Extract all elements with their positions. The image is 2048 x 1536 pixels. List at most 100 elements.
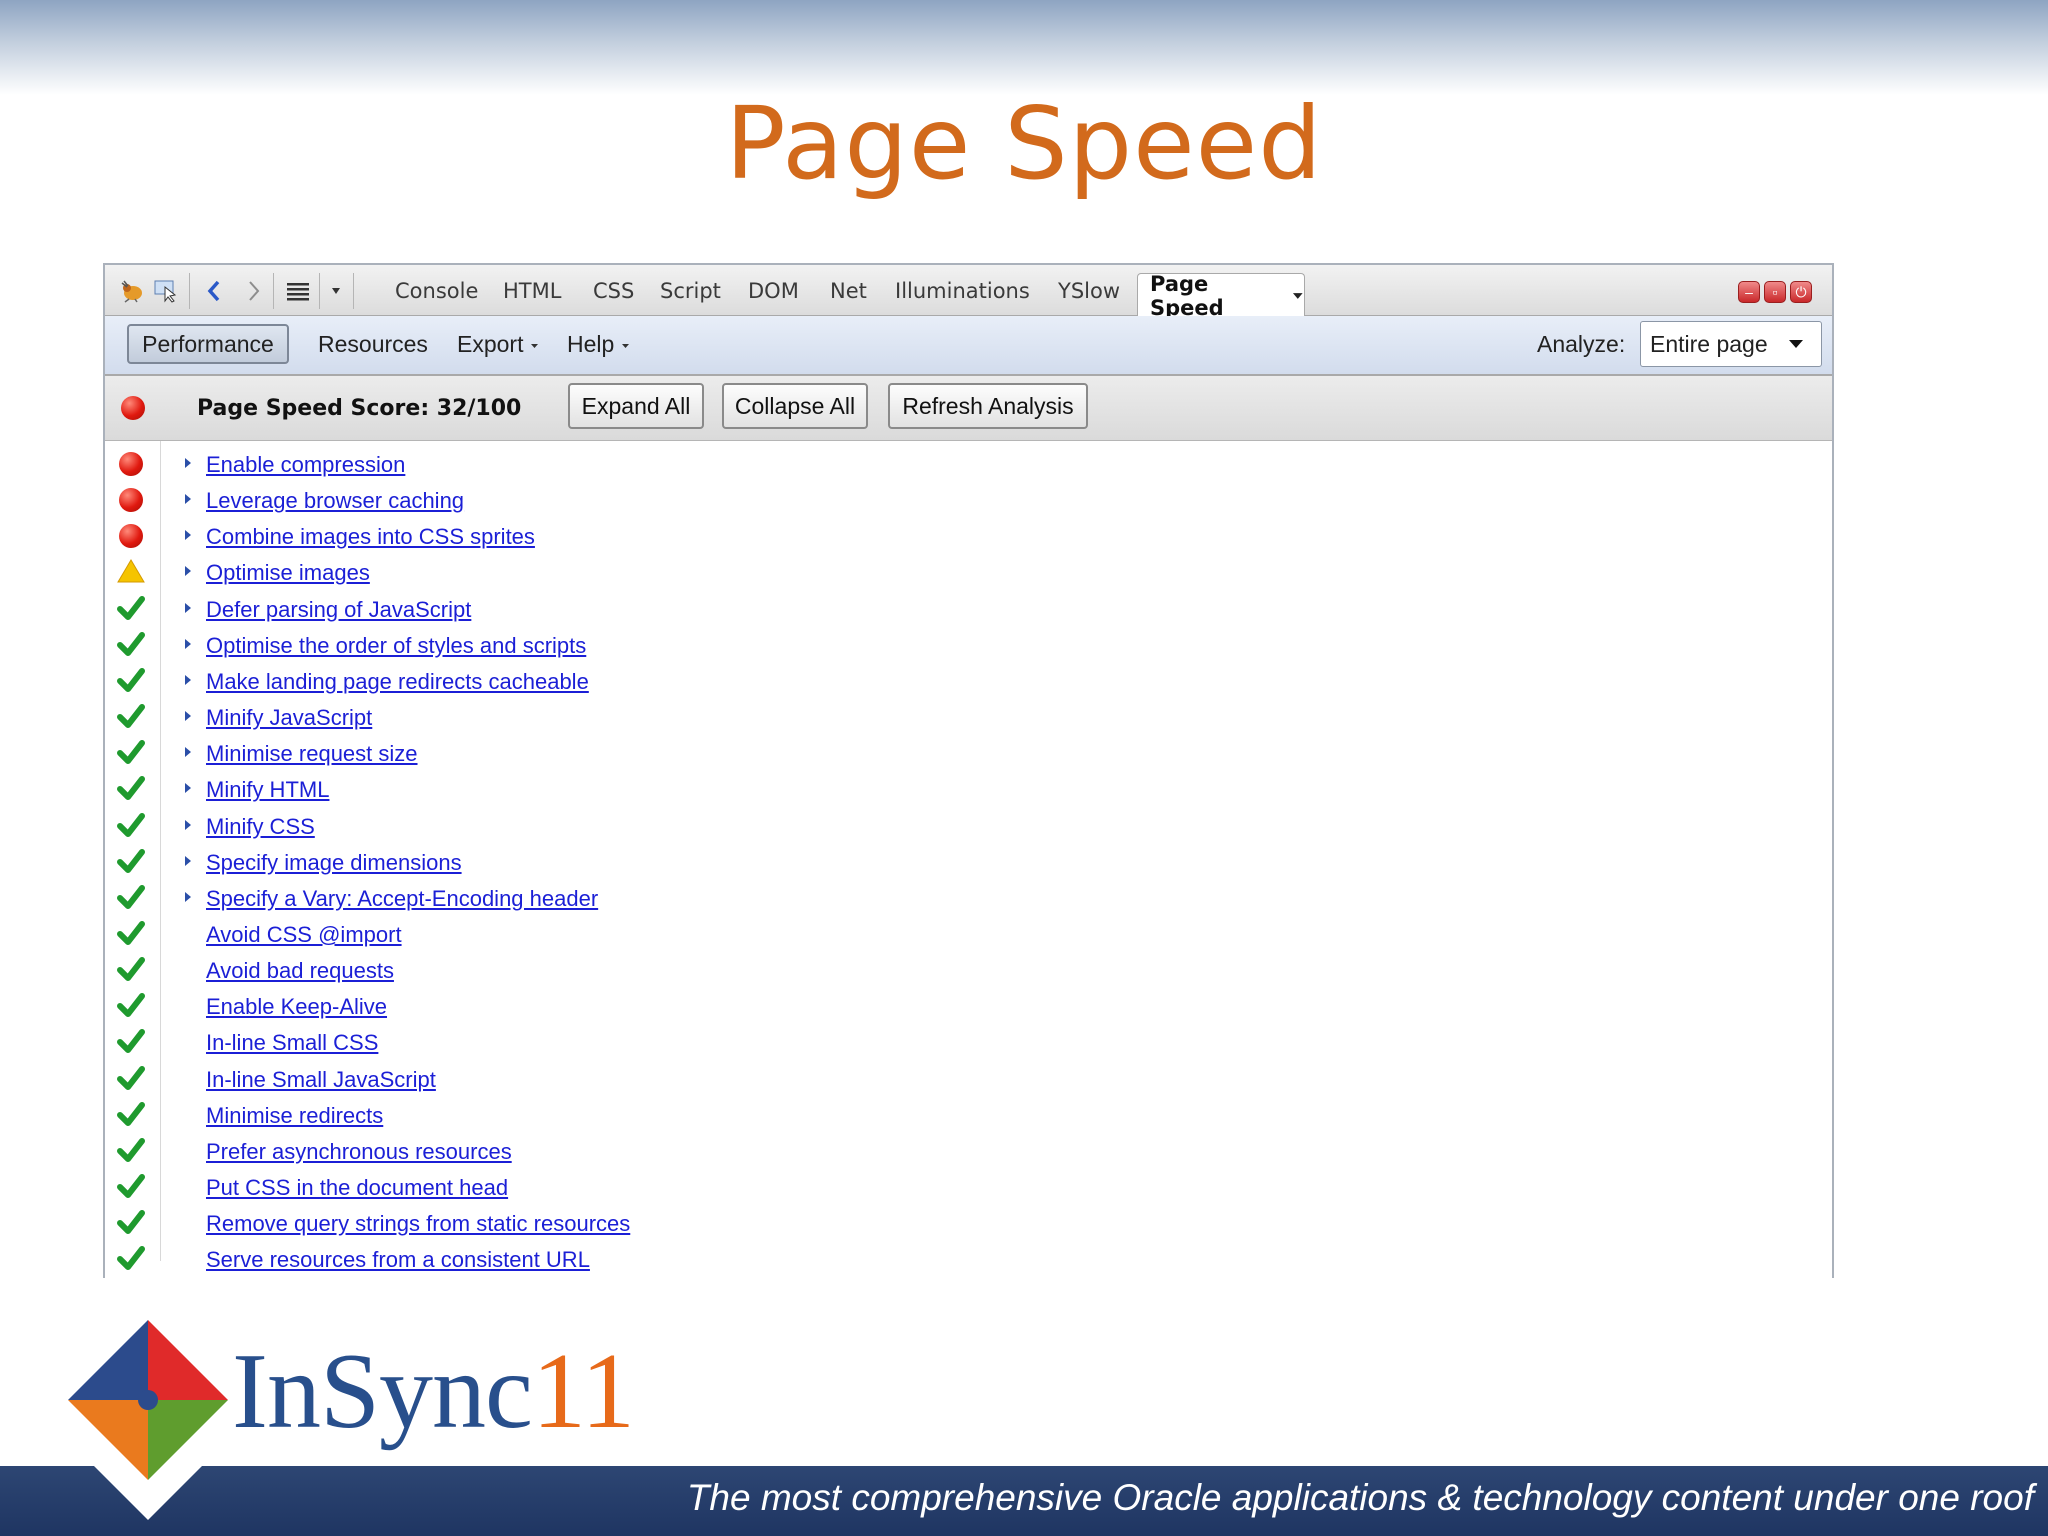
rule-row: Prefer asynchronous resources: [105, 1133, 1805, 1169]
green-check-icon: [117, 812, 145, 840]
rule-link[interactable]: Minify HTML: [206, 777, 329, 803]
rule-link[interactable]: Put CSS in the document head: [206, 1175, 508, 1201]
warning-triangle-icon: [117, 558, 145, 586]
rule-link[interactable]: Serve resources from a consistent URL: [206, 1247, 590, 1273]
performance-button[interactable]: Performance: [127, 324, 289, 364]
firebug-bug-icon[interactable]: [119, 278, 145, 304]
rule-link[interactable]: Minimise request size: [206, 741, 418, 767]
rule-link[interactable]: Specify image dimensions: [206, 850, 462, 876]
expand-triangle-icon[interactable]: [185, 819, 191, 830]
green-check-icon: [117, 703, 145, 731]
tab-css[interactable]: CSS: [593, 279, 634, 303]
rule-row: Remove query strings from static resourc…: [105, 1205, 1805, 1241]
tab-console[interactable]: Console: [395, 279, 478, 303]
analyze-select-value: Entire page: [1650, 330, 1768, 357]
inspect-pointer-icon[interactable]: [153, 278, 179, 304]
resources-menu[interactable]: Resources: [318, 331, 428, 358]
collapse-all-button[interactable]: Collapse All: [722, 383, 868, 429]
expand-triangle-icon[interactable]: [185, 747, 191, 758]
rule-link[interactable]: Remove query strings from static resourc…: [206, 1211, 630, 1237]
rule-link[interactable]: Avoid CSS @import: [206, 922, 402, 948]
tab-yslow[interactable]: YSlow: [1058, 279, 1120, 303]
rule-row: Minify HTML: [105, 771, 1805, 807]
expand-triangle-icon[interactable]: [185, 891, 191, 902]
tab-page-speed-label: Page Speed: [1150, 271, 1224, 320]
expand-triangle-icon[interactable]: [185, 711, 191, 722]
tab-illuminations[interactable]: Illuminations: [895, 279, 1030, 303]
expand-triangle-icon[interactable]: [185, 566, 191, 577]
expand-all-button[interactable]: Expand All: [568, 383, 704, 429]
green-check-icon: [117, 1065, 145, 1093]
rule-link[interactable]: Specify a Vary: Accept-Encoding header: [206, 886, 598, 912]
refresh-analysis-button[interactable]: Refresh Analysis: [888, 383, 1088, 429]
expand-triangle-icon[interactable]: [185, 530, 191, 541]
analyze-select[interactable]: Entire page: [1640, 321, 1822, 367]
rule-row: Minify JavaScript: [105, 699, 1805, 735]
rule-row: Put CSS in the document head: [105, 1169, 1805, 1205]
expand-triangle-icon[interactable]: [185, 494, 191, 505]
green-check-icon: [117, 1209, 145, 1237]
rule-link[interactable]: Make landing page redirects cacheable: [206, 669, 589, 695]
rule-row: Specify image dimensions: [105, 844, 1805, 880]
firebug-toolbar: Console HTML CSS Script DOM Net Illumina…: [105, 265, 1832, 320]
rule-link[interactable]: Avoid bad requests: [206, 958, 394, 984]
rule-row: Make landing page redirects cacheable: [105, 663, 1805, 699]
expand-triangle-icon[interactable]: [185, 674, 191, 685]
help-menu[interactable]: Help: [567, 331, 630, 358]
rule-row: Avoid CSS @import: [105, 916, 1805, 952]
back-arrow-icon[interactable]: [201, 278, 227, 304]
rule-link[interactable]: Enable compression: [206, 452, 405, 478]
rule-link[interactable]: Minify CSS: [206, 814, 315, 840]
rule-link[interactable]: Optimise the order of styles and scripts: [206, 633, 586, 659]
logo-text-main: InSync: [232, 1332, 533, 1451]
minimize-icon[interactable]: –: [1738, 281, 1760, 303]
rule-link[interactable]: Leverage browser caching: [206, 488, 464, 514]
tab-page-speed[interactable]: Page Speed: [1137, 271, 1305, 320]
tab-html[interactable]: HTML: [503, 279, 561, 303]
green-check-icon: [117, 992, 145, 1020]
rule-link[interactable]: Combine images into CSS sprites: [206, 524, 535, 550]
rule-row: Minify CSS: [105, 808, 1805, 844]
export-menu[interactable]: Export: [457, 331, 539, 358]
dropdown-arrow-icon[interactable]: [327, 278, 345, 304]
expand-triangle-icon[interactable]: [185, 855, 191, 866]
slide-title: Page Speed: [725, 85, 1323, 202]
rule-row: Avoid bad requests: [105, 952, 1805, 988]
expand-triangle-icon[interactable]: [185, 783, 191, 794]
expand-triangle-icon[interactable]: [185, 458, 191, 468]
rule-row: Minimise redirects: [105, 1097, 1805, 1133]
rule-link[interactable]: Enable Keep-Alive: [206, 994, 387, 1020]
rule-link[interactable]: In-line Small CSS: [206, 1030, 378, 1056]
expand-triangle-icon[interactable]: [185, 638, 191, 649]
rule-row: Defer parsing of JavaScript: [105, 591, 1805, 627]
expand-triangle-icon[interactable]: [185, 602, 191, 613]
tab-dom[interactable]: DOM: [748, 279, 799, 303]
command-line-icon[interactable]: [285, 278, 311, 304]
insync11-logo: InSync11: [232, 1330, 635, 1454]
rule-link[interactable]: Prefer asynchronous resources: [206, 1139, 512, 1165]
restore-icon[interactable]: ▫: [1764, 281, 1786, 303]
rule-row: Minimise request size: [105, 735, 1805, 771]
green-check-icon: [117, 739, 145, 767]
rule-link[interactable]: Optimise images: [206, 560, 370, 586]
rule-row: Serve resources from a consistent URL: [105, 1241, 1805, 1277]
green-check-icon: [117, 1173, 145, 1201]
page-speed-score: Page Speed Score: 32/100: [197, 396, 522, 421]
rule-row: Optimise the order of styles and scripts: [105, 627, 1805, 663]
tab-script[interactable]: Script: [660, 279, 721, 303]
forward-arrow-icon[interactable]: [241, 278, 267, 304]
footer-tagline: The most comprehensive Oracle applicatio…: [686, 1477, 2034, 1518]
tab-net[interactable]: Net: [830, 279, 867, 303]
rule-link[interactable]: Minimise redirects: [206, 1103, 383, 1129]
rule-link[interactable]: Defer parsing of JavaScript: [206, 597, 471, 623]
chevron-down-icon: [621, 343, 629, 348]
help-menu-label: Help: [567, 331, 615, 357]
close-icon[interactable]: ⏻: [1790, 281, 1812, 303]
green-check-icon: [117, 1101, 145, 1129]
export-menu-label: Export: [457, 331, 524, 357]
green-check-icon: [117, 848, 145, 876]
green-check-icon: [117, 775, 145, 803]
analyze-label: Analyze:: [1537, 331, 1626, 357]
rule-link[interactable]: In-line Small JavaScript: [206, 1067, 436, 1093]
rule-link[interactable]: Minify JavaScript: [206, 705, 372, 731]
